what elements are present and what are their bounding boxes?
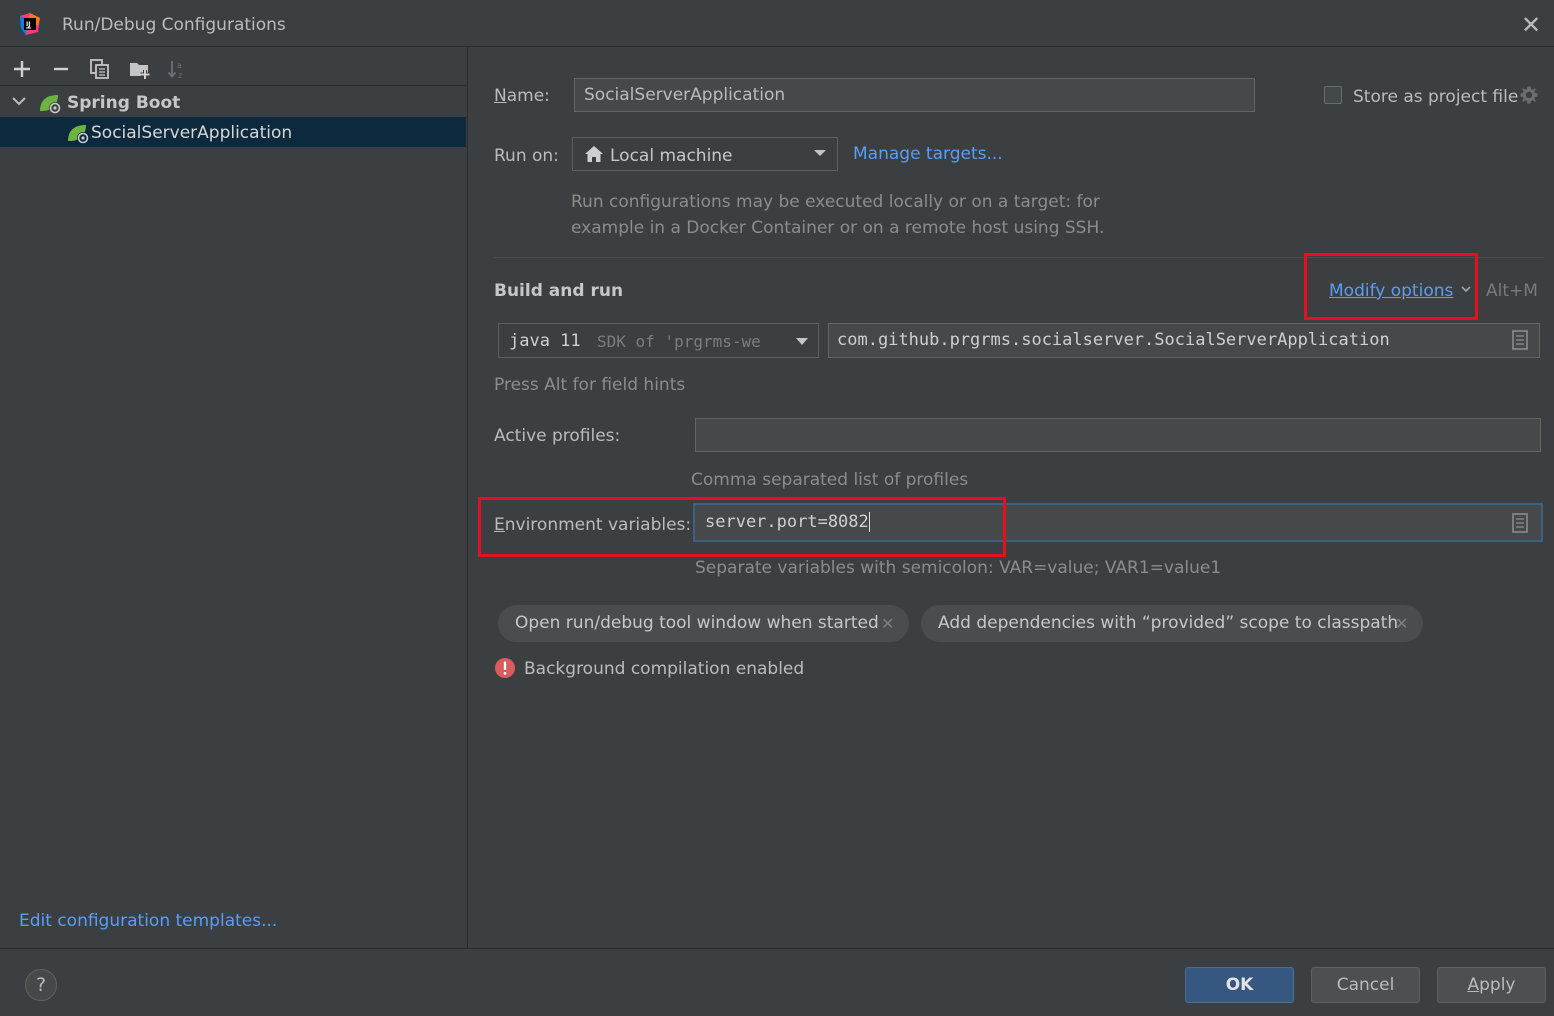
environment-variables-hint: Separate variables with semicolon: VAR=v… bbox=[695, 558, 1222, 578]
jre-detail: SDK of 'prgrms-we bbox=[597, 332, 761, 351]
active-profiles-input[interactable] bbox=[695, 418, 1541, 452]
svg-text:z: z bbox=[178, 71, 182, 80]
run-on-hint-line1: Run configurations may be executed local… bbox=[571, 192, 1100, 212]
highlight-box-environment-variables bbox=[478, 497, 1006, 557]
ok-button[interactable]: OK bbox=[1185, 967, 1294, 1003]
field-hints-text: Press Alt for field hints bbox=[494, 375, 686, 395]
home-icon bbox=[585, 146, 603, 162]
modify-options-shortcut: Alt+M bbox=[1486, 281, 1538, 301]
title-bar: IJ Run/Debug Configurations ✕ bbox=[0, 0, 1554, 47]
jre-select[interactable]: java 11 SDK of 'prgrms-we bbox=[498, 323, 819, 358]
jre-main: java 11 bbox=[509, 331, 581, 351]
dialog-footer: ? OK Cancel Apply bbox=[0, 948, 1554, 1016]
sort-icon[interactable]: a z bbox=[166, 57, 190, 81]
remove-icon[interactable] bbox=[49, 57, 73, 81]
option-chip-open-tool-window[interactable]: Open run/debug tool window when started … bbox=[498, 605, 909, 642]
folder-add-icon[interactable] bbox=[128, 57, 152, 81]
store-as-project-file-label[interactable]: Store as project file bbox=[1353, 87, 1518, 107]
apply-button[interactable]: Apply bbox=[1437, 967, 1546, 1003]
expand-icon[interactable] bbox=[1510, 329, 1530, 351]
svg-text:IJ: IJ bbox=[26, 21, 30, 28]
chip-label: Add dependencies with “provided” scope t… bbox=[938, 613, 1399, 633]
run-on-value: Local machine bbox=[610, 146, 733, 166]
build-and-run-title: Build and run bbox=[494, 281, 624, 301]
option-chip-add-provided-dependencies[interactable]: Add dependencies with “provided” scope t… bbox=[921, 605, 1423, 642]
store-as-project-file-checkbox[interactable] bbox=[1324, 86, 1342, 104]
copy-icon[interactable] bbox=[88, 57, 112, 81]
tree-item-social-server-application[interactable]: SocialServerApplication bbox=[91, 123, 292, 143]
name-label: Name: bbox=[494, 86, 550, 106]
gear-icon[interactable] bbox=[1519, 85, 1539, 105]
background-compilation-warning: Background compilation enabled bbox=[524, 659, 805, 679]
chip-label: Open run/debug tool window when started bbox=[515, 613, 879, 633]
run-on-label: Run on: bbox=[494, 146, 559, 166]
window-title: Run/Debug Configurations bbox=[62, 15, 286, 35]
apply-mnemonic: A bbox=[1467, 975, 1480, 995]
name-label-rest: ame: bbox=[506, 86, 550, 106]
chevron-down-icon bbox=[796, 338, 808, 345]
configurations-sidebar: a z Spring Boot SocialServerApplication … bbox=[0, 47, 468, 948]
name-input[interactable]: SocialServerApplication bbox=[574, 78, 1255, 112]
close-chip-icon[interactable]: ✕ bbox=[1395, 605, 1408, 642]
spring-boot-icon bbox=[40, 95, 61, 114]
chevron-down-icon[interactable] bbox=[10, 92, 28, 110]
toolbar-divider bbox=[0, 85, 466, 86]
add-icon[interactable] bbox=[10, 57, 34, 81]
intellij-logo-icon: IJ bbox=[20, 13, 40, 35]
svg-text:a: a bbox=[177, 61, 182, 70]
help-button[interactable]: ? bbox=[25, 969, 57, 1001]
error-icon bbox=[495, 658, 515, 678]
edit-configuration-templates-link[interactable]: Edit configuration templates... bbox=[19, 911, 277, 931]
cancel-button[interactable]: Cancel bbox=[1311, 967, 1420, 1003]
main-class-input[interactable]: com.github.prgrms.socialserver.SocialSer… bbox=[828, 323, 1540, 358]
chevron-down-icon bbox=[814, 150, 826, 156]
close-chip-icon[interactable]: ✕ bbox=[881, 605, 894, 642]
run-on-select[interactable]: Local machine bbox=[572, 137, 838, 171]
manage-targets-link[interactable]: Manage targets... bbox=[853, 144, 1003, 164]
apply-label-rest: pply bbox=[1479, 975, 1516, 995]
active-profiles-hint: Comma separated list of profiles bbox=[691, 470, 969, 490]
run-on-hint-line2: example in a Docker Container or on a re… bbox=[571, 218, 1105, 238]
tree-group-spring-boot[interactable]: Spring Boot bbox=[67, 93, 180, 113]
expand-icon[interactable] bbox=[1510, 512, 1530, 534]
active-profiles-label: Active profiles: bbox=[494, 426, 621, 446]
spring-boot-icon bbox=[68, 125, 89, 144]
highlight-box-modify-options bbox=[1304, 253, 1478, 320]
close-icon[interactable]: ✕ bbox=[1518, 12, 1544, 38]
